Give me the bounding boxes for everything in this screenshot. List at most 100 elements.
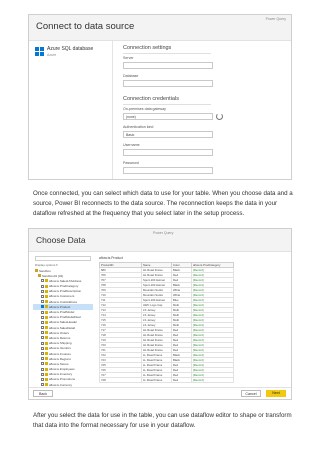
- table-icon: [45, 362, 48, 366]
- table-icon: [45, 284, 48, 288]
- table-icon: [45, 300, 48, 304]
- checkbox[interactable]: [41, 341, 44, 345]
- navigator-item-label: Sandbox: [39, 268, 51, 273]
- navigator-item-label: aflow.ts.ProdModelDesc: [49, 315, 82, 320]
- checkbox[interactable]: [41, 362, 44, 366]
- checkbox[interactable]: [41, 383, 44, 387]
- checkbox[interactable]: [41, 372, 44, 376]
- table-icon: [45, 331, 48, 335]
- password-label: Password: [123, 161, 139, 165]
- database-input[interactable]: [123, 80, 213, 87]
- back-button[interactable]: Back: [33, 390, 53, 397]
- table-icon: [45, 372, 48, 376]
- navigator-item-label: Sandbox01 [34]: [42, 273, 64, 278]
- navigator-item-label: aflow.ts.SalesLTAddress: [49, 278, 82, 283]
- navigator-search-input[interactable]: [35, 256, 91, 261]
- navigator-item-label: aflow.ts.Vendors: [49, 346, 71, 351]
- table-icon: [45, 315, 48, 319]
- body-paragraph: Once connected, you can select which dat…: [33, 190, 293, 217]
- checkbox[interactable]: [41, 331, 44, 335]
- navigator-item-label: aflow.ts.Promotions: [49, 377, 76, 382]
- dialog-header: Choose Data Power Query: [29, 229, 291, 252]
- dialog-title: Choose Data: [36, 235, 86, 245]
- database-label: Database: [123, 74, 139, 78]
- checkbox[interactable]: [41, 289, 44, 293]
- navigator-item-label: aflow.ts.Inventory: [49, 372, 73, 377]
- table-icon: [45, 305, 48, 309]
- gateway-dropdown[interactable]: (none): [123, 113, 213, 120]
- auth-kind-label: Authentication kind: [123, 125, 154, 129]
- checkbox[interactable]: [41, 305, 44, 309]
- checkbox[interactable]: [41, 279, 44, 283]
- navigator-item-label: aflow.ts.Employees: [49, 367, 75, 372]
- table-cell: LL Road Frame: [141, 377, 172, 383]
- checkbox[interactable]: [41, 315, 44, 319]
- navigator-item-label: aflow.ts.Regions: [49, 356, 71, 361]
- server-label: Server: [123, 56, 134, 60]
- checkbox[interactable]: [41, 377, 44, 381]
- checkbox[interactable]: [41, 357, 44, 361]
- divider: [123, 53, 211, 54]
- table-icon: [45, 357, 48, 361]
- navigator-item-label: aflow.ts.CustAddress: [49, 299, 78, 304]
- connection-credentials-heading: Connection credentials: [123, 96, 179, 102]
- navigator-item-label: aflow.ts.SalesDetail: [49, 325, 76, 330]
- username-input[interactable]: [123, 149, 213, 156]
- checkbox[interactable]: [41, 326, 44, 330]
- navigator-item-label: aflow.ts.Product: [49, 304, 71, 309]
- navigator-tree: Sandbox Sandbox01 [34] aflow.ts.SalesLTAdd…: [33, 268, 93, 398]
- navigator-item-label: aflow.ts.ProdModel: [49, 310, 75, 314]
- checkbox[interactable]: [41, 320, 44, 324]
- table-cell: Red: [171, 377, 192, 383]
- cancel-button[interactable]: Cancel: [241, 390, 261, 397]
- navigator-item-label: aflow.ts.Orders: [49, 330, 70, 335]
- checkbox[interactable]: [41, 367, 44, 371]
- table-cell: 728: [99, 377, 142, 383]
- table-icon: [45, 326, 48, 330]
- server-input[interactable]: [123, 62, 213, 69]
- folder-icon: [35, 269, 38, 272]
- table-icon: [45, 377, 48, 381]
- table-icon: [45, 294, 48, 298]
- checkbox[interactable]: [41, 352, 44, 355]
- auth-kind-dropdown[interactable]: Basic: [123, 131, 213, 138]
- table-icon: [45, 352, 48, 355]
- table-icon: [45, 367, 48, 371]
- dialog-title: Connect to data source: [36, 21, 135, 32]
- connection-settings-heading: Connection settings: [123, 45, 172, 51]
- checkbox[interactable]: [41, 284, 44, 288]
- navigator-item-label: aflow.ts.Invoices: [49, 351, 71, 356]
- checkbox[interactable]: [41, 310, 44, 314]
- navigator-item-label: aflow.ts.Stores: [49, 361, 69, 366]
- password-input[interactable]: [123, 167, 213, 174]
- navigator-item-label: aflow.ts.Returns: [49, 335, 71, 340]
- connect-to-data-source-screenshot: Connect to data source Power Query Azure…: [28, 14, 292, 180]
- checkbox[interactable]: [41, 336, 44, 340]
- checkbox[interactable]: [41, 294, 44, 298]
- preview-title: aflow.ts.Product: [99, 256, 123, 260]
- source-category: Azure: [47, 53, 57, 57]
- table-icon: [45, 320, 48, 324]
- table-icon: [45, 383, 48, 387]
- navigator-pane: Display options ▾ Sandbox Sandbox01 [34] a…: [33, 256, 93, 397]
- navigator-item-label: aflow.ts.SalesHeader: [49, 320, 78, 325]
- table-icon: [45, 279, 48, 283]
- choose-data-screenshot: Choose Data Power Query Display options …: [28, 228, 292, 400]
- gateway-label: On-premises data gateway: [123, 107, 166, 111]
- dialog-header: Connect to data source Power Query: [29, 15, 291, 41]
- app-label: Power Query: [153, 231, 174, 235]
- refresh-icon[interactable]: [216, 113, 223, 120]
- connection-form: Connection settings Server Database Conn…: [123, 41, 288, 179]
- display-options-dropdown[interactable]: Display options ▾: [35, 263, 93, 267]
- navigator-item-label: aflow.ts.ProdCategory: [49, 284, 79, 289]
- next-button[interactable]: Next: [266, 390, 286, 397]
- preview-table: ProductID Name Color aflow.ts.ProdCategory …: [99, 262, 234, 383]
- navigator-item-label: aflow.ts.Shipping: [49, 341, 72, 346]
- navigator-item-label: aflow.ts.ProdDescription: [49, 289, 82, 294]
- body-paragraph: After you select the data for use in the…: [33, 412, 292, 429]
- dialog-footer: Back Cancel Next: [29, 387, 291, 399]
- folder-icon: [38, 274, 41, 278]
- table-cell: [Record]: [191, 377, 234, 383]
- checkbox[interactable]: [41, 300, 44, 304]
- checkbox[interactable]: [41, 346, 44, 350]
